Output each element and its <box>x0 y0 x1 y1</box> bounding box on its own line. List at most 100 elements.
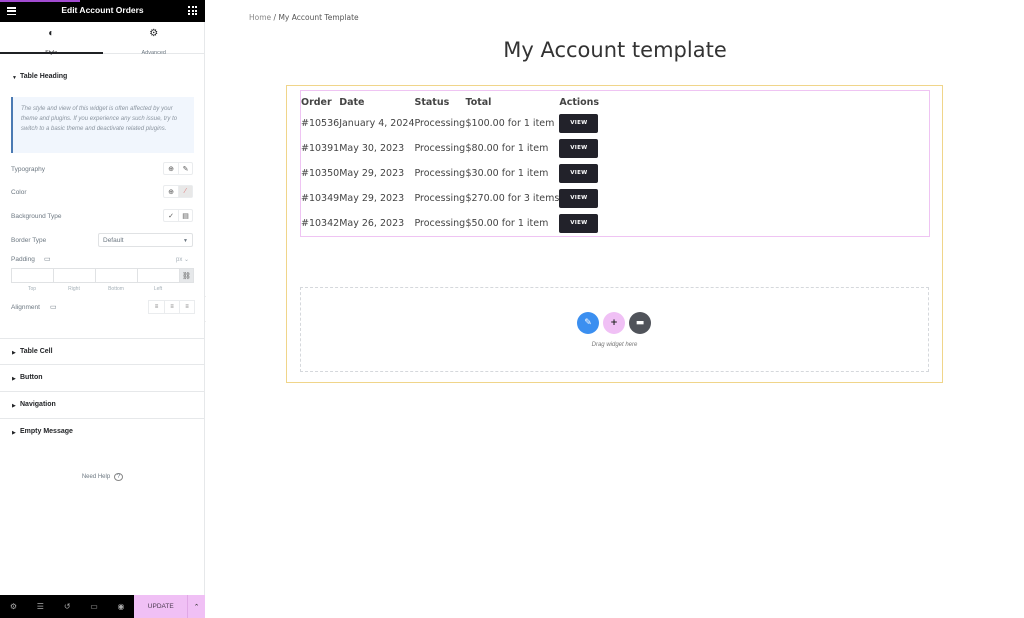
header-actions: Actions <box>559 96 600 108</box>
align-center-icon[interactable]: ≡ <box>164 301 179 313</box>
border-type-select[interactable]: Default ▼ <box>98 233 193 247</box>
padding-inputs: ⛓ <box>11 268 194 283</box>
view-order-button[interactable]: VIEW <box>559 114 599 133</box>
ai-magic-wand-icon[interactable]: ✎ <box>577 312 599 334</box>
header-total: Total <box>465 96 492 108</box>
padding-bottom-label: Bottom <box>108 286 124 292</box>
order-status: Processing <box>414 118 466 129</box>
tab-label: Advanced <box>141 50 166 56</box>
order-number[interactable]: #10536 <box>301 111 339 136</box>
view-order-button[interactable]: VIEW <box>559 164 599 183</box>
breadcrumb-home-link[interactable]: Home <box>249 13 271 22</box>
padding-left-input[interactable] <box>137 268 179 283</box>
order-date: May 30, 2023 <box>339 143 405 154</box>
header-date: Date <box>339 96 365 108</box>
chevron-up-icon[interactable]: ⌃ <box>187 595 206 618</box>
padding-top-input[interactable] <box>11 268 53 283</box>
order-status: Processing <box>414 143 466 154</box>
theme-notice: The style and view of this widget is oft… <box>11 97 194 153</box>
section-label: Empty Message <box>20 428 73 435</box>
chevron-down-icon: ▼ <box>183 238 188 244</box>
gradient-icon[interactable]: ▤ <box>178 210 192 221</box>
padding-top-label: Top <box>27 286 37 292</box>
order-date: January 4, 2024 <box>339 118 415 129</box>
order-total: $30.00 for 1 item <box>465 168 549 179</box>
section-table-cell[interactable]: ▶ Table Cell <box>0 338 205 365</box>
align-right-icon[interactable]: ≡ <box>179 301 194 313</box>
need-help-link[interactable]: Need Help ? <box>0 473 205 481</box>
template-library-folder-icon[interactable]: ▬ <box>629 312 651 334</box>
section-empty-message[interactable]: ▶ Empty Message <box>0 419 205 446</box>
caret-right-icon: ▶ <box>12 350 16 356</box>
background-type-controls: ✓ ▤ <box>163 209 193 222</box>
preview-canvas: Home / My Account Template My Account te… <box>206 0 1024 618</box>
padding-right-input[interactable] <box>53 268 95 283</box>
section-navigation[interactable]: ▶ Navigation <box>0 392 205 419</box>
order-total: $80.00 for 1 item <box>465 143 549 154</box>
globe-icon[interactable]: ⊕ <box>164 186 178 197</box>
globe-icon[interactable]: ⊕ <box>164 163 178 174</box>
table-header-row: Order Date Status Total Actions <box>301 93 599 111</box>
header-status: Status <box>414 96 450 108</box>
order-number[interactable]: #10342 <box>301 211 339 236</box>
section-label: Table Heading <box>20 73 68 80</box>
history-icon[interactable]: ↺ <box>54 595 81 618</box>
select-value: Default <box>103 237 124 244</box>
padding-left-label: Left <box>153 286 163 292</box>
page-title: My Account template <box>503 38 727 62</box>
dropzone-actions: ✎ + ▬ <box>577 312 651 334</box>
padding-bottom-input[interactable] <box>95 268 137 283</box>
layers-icon[interactable]: ☰ <box>27 595 54 618</box>
account-orders-widget[interactable]: Order Date Status Total Actions #10536 J… <box>300 90 930 237</box>
need-help-label: Need Help <box>81 474 111 480</box>
section-button[interactable]: ▶ Button <box>0 365 205 392</box>
order-date: May 29, 2023 <box>339 193 405 204</box>
pencil-icon[interactable]: ✎ <box>178 163 192 174</box>
content-section[interactable]: Order Date Status Total Actions #10536 J… <box>286 85 943 383</box>
order-number[interactable]: #10349 <box>301 186 339 211</box>
section-label: Table Cell <box>20 348 53 355</box>
link-values-icon[interactable]: ⛓ <box>179 268 194 283</box>
panel-footer: ⚙ ☰ ↺ ▭ ◉ UPDATE ⌃ <box>0 595 206 618</box>
panel-tabs: ◐ Style ⚙ Advanced <box>0 22 206 57</box>
settings-icon[interactable]: ⚙ <box>0 595 27 618</box>
tab-advanced[interactable]: ⚙ Advanced <box>103 22 206 57</box>
editor-panel: Edit Account Orders ◐ Style ⚙ Advanced ▼… <box>0 0 206 618</box>
add-section-icon[interactable]: + <box>603 312 625 334</box>
order-number[interactable]: #10350 <box>301 161 339 186</box>
brush-icon[interactable]: ✓ <box>164 210 178 221</box>
header-order: Order <box>301 96 332 108</box>
preview-eye-icon[interactable]: ◉ <box>108 595 135 618</box>
align-left-icon[interactable]: ≡ <box>149 301 164 313</box>
padding-right-label: Right <box>68 286 80 292</box>
units-select[interactable]: px ⌄ <box>176 256 189 263</box>
section-table-heading[interactable]: ▼ Table Heading <box>0 64 205 91</box>
color-swatch-empty-icon[interactable]: ⁄ <box>178 186 192 197</box>
caret-right-icon: ▶ <box>12 430 16 436</box>
padding-label: Padding <box>11 256 35 263</box>
dropzone-hint: Drag widget here <box>591 342 638 348</box>
order-total: $270.00 for 3 items <box>465 193 560 204</box>
view-order-button[interactable]: VIEW <box>559 189 599 208</box>
table-row: #10391 May 30, 2023 Processing $80.00 fo… <box>301 136 599 161</box>
update-button[interactable]: UPDATE <box>134 595 188 618</box>
widgets-grid-icon[interactable] <box>188 6 197 15</box>
caret-right-icon: ▶ <box>12 403 16 409</box>
view-order-button[interactable]: VIEW <box>559 214 599 233</box>
widget-dropzone[interactable]: ✎ + ▬ Drag widget here <box>300 287 929 372</box>
order-date: May 29, 2023 <box>339 168 405 179</box>
table-row: #10350 May 29, 2023 Processing $30.00 fo… <box>301 161 599 186</box>
section-label: Button <box>20 374 43 381</box>
desktop-icon[interactable]: ▭ <box>50 303 57 311</box>
responsive-mode-icon[interactable]: ▭ <box>81 595 108 618</box>
order-total: $100.00 for 1 item <box>465 118 555 129</box>
view-order-button[interactable]: VIEW <box>559 139 599 158</box>
tab-label: Style <box>45 50 58 56</box>
order-status: Processing <box>414 193 466 204</box>
tab-style[interactable]: ◐ Style <box>0 22 103 56</box>
caret-down-icon: ▼ <box>12 75 17 81</box>
order-number[interactable]: #10391 <box>301 136 339 161</box>
typography-label: Typography <box>11 166 45 173</box>
loading-bar <box>0 0 80 2</box>
desktop-icon[interactable]: ▭ <box>44 255 51 263</box>
